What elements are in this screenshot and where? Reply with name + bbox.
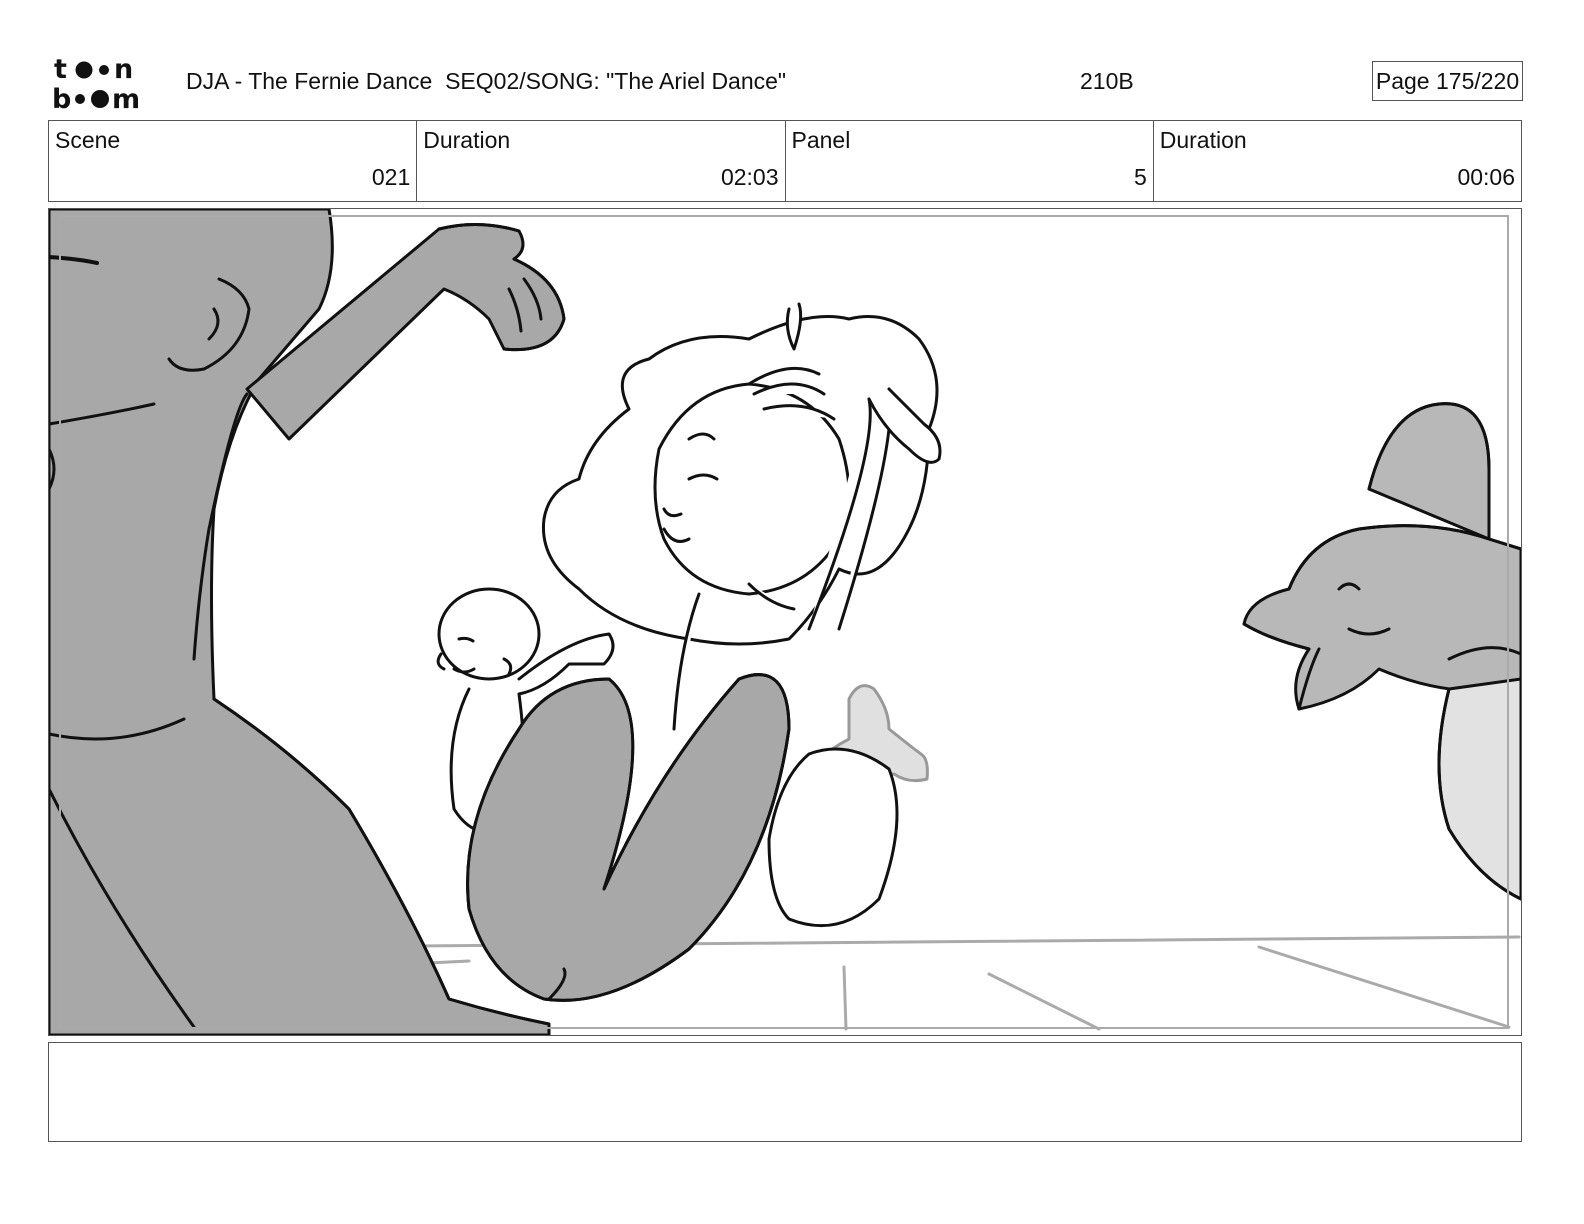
page-indicator: Page 175/220	[1372, 61, 1523, 101]
storyboard-sketch	[49, 209, 1521, 1035]
scene-duration-cell: Duration 02:03	[417, 121, 786, 201]
panel-code: 210B	[1080, 68, 1134, 94]
svg-text:m: m	[112, 84, 140, 112]
svg-text:t: t	[54, 54, 67, 85]
panel-duration-cell: Duration 00:06	[1154, 121, 1521, 201]
toonboom-logo: t n b m	[52, 54, 140, 112]
panel-duration-value: 00:06	[1457, 164, 1515, 190]
panel-cell: Panel 5	[786, 121, 1154, 201]
scene-duration-value: 02:03	[720, 164, 779, 190]
panel-value: 5	[1133, 164, 1147, 190]
panel-notes-box	[48, 1042, 1522, 1142]
svg-text:b: b	[52, 84, 71, 112]
svg-text:n: n	[114, 54, 133, 85]
scene-info-table: Scene 021 Duration 02:03 Panel 5 Duratio…	[48, 120, 1522, 202]
dolphin-right	[1242, 402, 1521, 901]
scene-label: Scene	[55, 127, 121, 153]
scene-cell: Scene 021	[49, 121, 418, 201]
panel-duration-label: Duration	[1159, 127, 1247, 153]
storyboard-title: DJA - The Fernie Dance SEQ02/SONG: "The …	[186, 68, 787, 94]
scene-duration-label: Duration	[423, 127, 511, 153]
storyboard-panel-frame	[48, 208, 1522, 1036]
scene-value: 021	[371, 164, 411, 190]
panel-label: Panel	[791, 127, 851, 153]
mermaid-body-outline	[767, 747, 899, 928]
